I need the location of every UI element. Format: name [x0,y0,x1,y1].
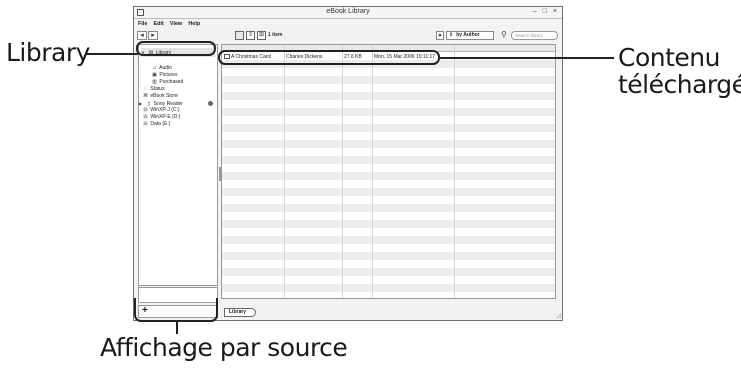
sidebar-item-audio[interactable]: ♫ Audio [151,65,172,72]
sidebar-item-sony-reader[interactable]: ▶ ▯ Sony Reader [139,100,183,107]
cover-view-button[interactable] [235,31,244,40]
menu-view[interactable]: View [170,21,182,27]
sidebar-item-drive-d[interactable]: ⊟ WinXP-E (D:) [142,114,180,121]
music-note-icon: ♫ [152,65,157,71]
purchased-icon: ▥ [152,79,157,85]
search-input[interactable] [511,31,558,40]
sidebar-item-label: Audio [159,65,172,71]
sort-direction-button[interactable]: ▲ [436,31,444,40]
search-icon: ⚲ [501,30,507,39]
callout-contenu-line2: téléchargé [618,70,741,99]
sidebar-item-pictures[interactable]: ▣ Pictures [151,72,177,79]
sidebar-item-drive-c[interactable]: ⊟ WinXP-J (C:) [142,107,180,114]
sidebar-item-label: Purchased [159,79,184,85]
content-list: A Christmas Carol Charles Dickens 27.6 K… [221,44,556,299]
sidebar-item-ebook-store[interactable]: ⌘ eBook Store [142,93,178,100]
callout-contenu: Contenu téléchargé [618,44,741,98]
back-button[interactable]: ◂ [137,31,147,40]
drive-icon: ⊟ [143,107,148,113]
callout-contenu-line1: Contenu [618,43,720,72]
eject-icon[interactable] [208,101,213,106]
library-tab[interactable]: Library [224,308,256,317]
forward-button[interactable]: ▸ [148,31,158,40]
expand-arrow-icon[interactable]: ▶ [139,100,144,107]
store-icon: ⌘ [143,93,148,99]
column-divider [454,45,455,298]
drive-icon: ⊟ [143,121,148,127]
sidebar-item-drive-e[interactable]: ⊟ Data (E:) [142,121,170,128]
highlight-bracket-library [136,41,216,56]
sidebar-item-label: eBook Store [150,93,178,99]
highlight-bracket-contenu [218,50,440,65]
updown-arrows-icon: ⇕ [449,32,454,38]
column-divider [284,45,285,298]
sidebar-item-status[interactable]: ◌ Status [142,86,165,93]
callout-library: Library [6,38,90,67]
menu-edit[interactable]: Edit [153,21,163,27]
window-controls[interactable]: – □ × [533,8,559,15]
callout-source: Affichage par source [100,333,348,362]
window-title: eBook Library [326,8,370,15]
list-view-button[interactable]: ≡ [246,31,255,40]
column-divider [342,45,343,298]
menu-bar: File Edit View Help [134,19,562,29]
sidebar-item-label: Status [150,86,165,92]
sidebar-item-label: Data (E:) [150,121,171,127]
leader-line-contenu [438,57,614,59]
drive-icon: ⊟ [143,114,148,120]
sidebar-item-label: WinXP-J (C:) [150,107,180,113]
sort-by-select[interactable]: ⇕ by Author [446,31,494,40]
list-background [222,52,555,298]
highlight-bracket-source [134,298,218,322]
status-icon: ◌ [144,86,147,92]
resize-grip-icon[interactable]: ◿ [556,312,561,319]
menu-help[interactable]: Help [188,21,200,27]
source-sidebar: ▼ ▤ Library ♫ Audio ▣ Pictures ▥ Purchas… [138,44,218,286]
grid-view-button[interactable]: ⊞ [257,31,266,40]
title-bar: eBook Library – □ × [134,7,562,19]
column-divider [372,45,373,298]
menu-file[interactable]: File [138,21,147,27]
item-count: 1 item [268,32,283,38]
sidebar-item-purchased[interactable]: ▥ Purchased [151,79,183,86]
sort-by-value: by Author [456,32,480,38]
picture-icon: ▣ [152,72,157,78]
sidebar-item-label: Pictures [159,72,178,78]
leader-line-library [86,53,138,55]
sidebar-item-label: WinXP-E (D:) [150,114,181,120]
